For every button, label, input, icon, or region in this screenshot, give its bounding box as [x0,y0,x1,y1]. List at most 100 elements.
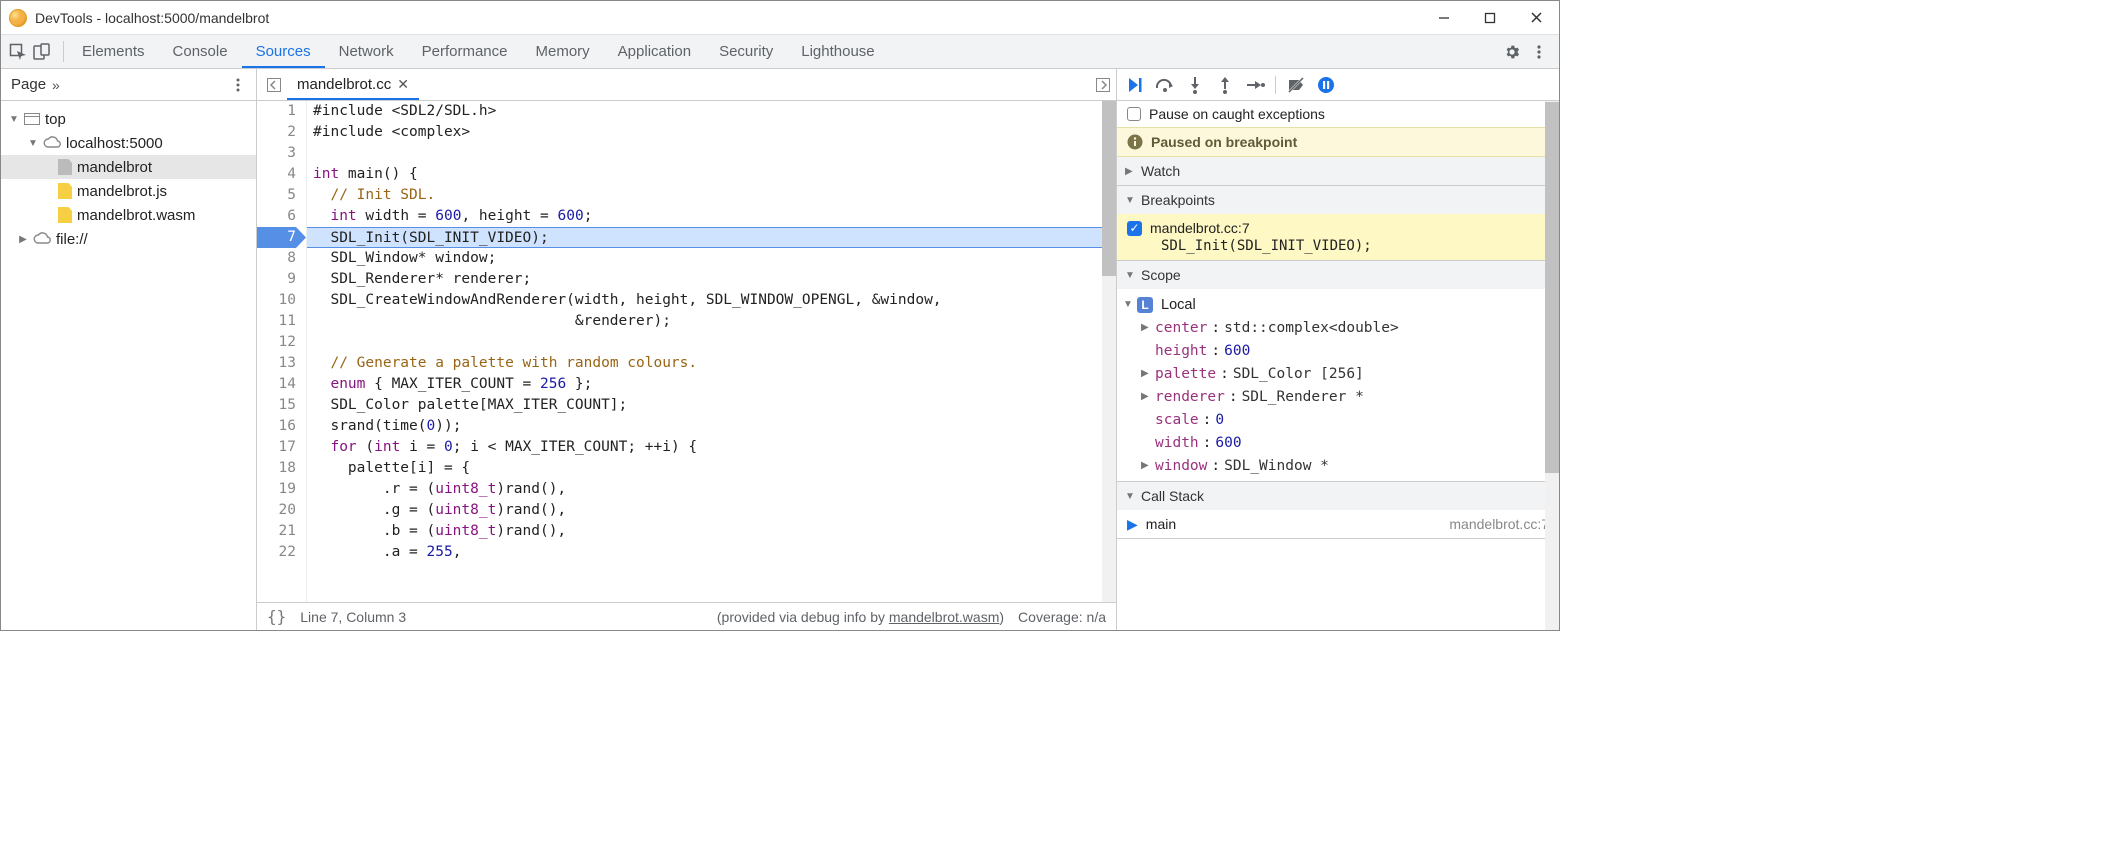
callstack-section-header[interactable]: ▼Call Stack [1117,482,1559,510]
settings-icon[interactable] [1503,43,1521,61]
code-line[interactable]: &renderer); [313,311,1116,332]
gutter-line[interactable]: 4 [257,164,306,185]
code-line[interactable]: .b = (uint8_t)rand(), [313,521,1116,542]
breakpoint-item[interactable]: ✓mandelbrot.cc:7 SDL_Init(SDL_INIT_VIDEO… [1117,214,1559,260]
tab-network[interactable]: Network [325,35,408,68]
code-line[interactable]: for (int i = 0; i < MAX_ITER_COUNT; ++i)… [313,437,1116,458]
device-icon[interactable] [33,43,51,61]
editor-scrollbar[interactable] [1102,101,1116,602]
gutter-line[interactable]: 7 [257,227,306,248]
debug-info-link[interactable]: mandelbrot.wasm [889,609,1000,625]
scope-local-header[interactable]: ▼LLocal [1117,293,1559,316]
gutter-line[interactable]: 2 [257,122,306,143]
code-line[interactable]: #include <complex> [313,122,1116,143]
code-line[interactable] [313,332,1116,353]
gutter[interactable]: 12345678910111213141516171819202122 [257,101,307,602]
tab-lighthouse[interactable]: Lighthouse [787,35,888,68]
scope-var[interactable]: width: 600 [1117,431,1559,454]
code-line[interactable]: SDL_Color palette[MAX_ITER_COUNT]; [313,395,1116,416]
nav-back-icon[interactable] [261,69,287,100]
scope-var[interactable]: ▶center: std::complex<double> [1117,316,1559,339]
navigator-menu-icon[interactable] [230,77,246,93]
navigator-more-icon[interactable]: » [52,77,60,93]
gutter-line[interactable]: 13 [257,353,306,374]
code-line[interactable]: SDL_Init(SDL_INIT_VIDEO); [307,227,1116,248]
right-scrollbar[interactable] [1545,101,1559,630]
gutter-line[interactable]: 1 [257,101,306,122]
tree-file-mandelbrot-wasm[interactable]: mandelbrot.wasm [1,203,256,227]
code-line[interactable]: #include <SDL2/SDL.h> [313,101,1116,122]
gutter-line[interactable]: 14 [257,374,306,395]
step-into-icon[interactable] [1185,75,1205,95]
tree-host[interactable]: ▼localhost:5000 [1,131,256,155]
gutter-line[interactable]: 22 [257,542,306,563]
gutter-line[interactable]: 5 [257,185,306,206]
code-line[interactable]: enum { MAX_ITER_COUNT = 256 }; [313,374,1116,395]
maximize-button[interactable] [1467,1,1513,35]
gutter-line[interactable]: 20 [257,500,306,521]
gutter-line[interactable]: 12 [257,332,306,353]
step-icon[interactable] [1245,75,1265,95]
gutter-line[interactable]: 9 [257,269,306,290]
scope-section-header[interactable]: ▼Scope [1117,261,1559,289]
code-line[interactable]: int main() { [313,164,1116,185]
step-over-icon[interactable] [1155,75,1175,95]
deactivate-breakpoints-icon[interactable] [1286,75,1306,95]
code-line[interactable]: .r = (uint8_t)rand(), [313,479,1116,500]
code-line[interactable]: srand(time(0)); [313,416,1116,437]
scope-var[interactable]: ▶window: SDL_Window * [1117,454,1559,477]
watch-section-header[interactable]: ▶Watch [1117,157,1559,185]
code-line[interactable]: SDL_Window* window; [313,248,1116,269]
pause-checkbox[interactable] [1127,107,1141,121]
file-tab-mandelbrot-cc[interactable]: mandelbrot.cc✕ [287,69,419,100]
more-icon[interactable] [1531,44,1547,60]
code-line[interactable]: // Generate a palette with random colour… [313,353,1116,374]
expand-icon[interactable]: ▶ [1141,322,1151,333]
code-line[interactable]: .g = (uint8_t)rand(), [313,500,1116,521]
close-button[interactable] [1513,1,1559,35]
gutter-line[interactable]: 15 [257,395,306,416]
callstack-frame[interactable]: ▶ main mandelbrot.cc:7 [1117,510,1559,538]
code-area[interactable]: #include <SDL2/SDL.h>#include <complex> i… [307,101,1116,602]
gutter-line[interactable]: 19 [257,479,306,500]
code-line[interactable]: int width = 600, height = 600; [313,206,1116,227]
tab-elements[interactable]: Elements [68,35,159,68]
close-tab-icon[interactable]: ✕ [397,76,409,93]
expand-icon[interactable]: ▶ [1141,391,1151,402]
tab-memory[interactable]: Memory [522,35,604,68]
tab-sources[interactable]: Sources [242,35,325,68]
tab-security[interactable]: Security [705,35,787,68]
gutter-line[interactable]: 6 [257,206,306,227]
nav-fwd-icon[interactable] [1090,69,1116,100]
tree-top[interactable]: ▼top [1,107,256,131]
scope-var[interactable]: height: 600 [1117,339,1559,362]
inspect-icon[interactable] [9,43,27,61]
gutter-line[interactable]: 21 [257,521,306,542]
minimize-button[interactable] [1421,1,1467,35]
scope-var[interactable]: ▶renderer: SDL_Renderer * [1117,385,1559,408]
gutter-line[interactable]: 18 [257,458,306,479]
gutter-line[interactable]: 16 [257,416,306,437]
resume-icon[interactable] [1125,75,1145,95]
tab-console[interactable]: Console [159,35,242,68]
tree-file-mandelbrot-js[interactable]: mandelbrot.js [1,179,256,203]
gutter-line[interactable]: 10 [257,290,306,311]
code-line[interactable]: SDL_Renderer* renderer; [313,269,1116,290]
expand-icon[interactable]: ▶ [1141,368,1151,379]
editor[interactable]: 12345678910111213141516171819202122 #inc… [257,101,1116,602]
pause-exceptions-icon[interactable] [1316,75,1336,95]
gutter-line[interactable]: 11 [257,311,306,332]
pretty-print-icon[interactable]: {} [267,607,286,626]
code-line[interactable]: // Init SDL. [313,185,1116,206]
tab-application[interactable]: Application [604,35,705,68]
scope-var[interactable]: ▶palette: SDL_Color [256] [1117,362,1559,385]
code-line[interactable] [313,143,1116,164]
scope-var[interactable]: scale: 0 [1117,408,1559,431]
navigator-tab-page[interactable]: Page [11,76,46,93]
code-line[interactable]: .a = 255, [313,542,1116,563]
pause-on-exceptions-row[interactable]: Pause on caught exceptions [1117,101,1559,127]
tree-file-mandelbrot[interactable]: mandelbrot [1,155,256,179]
tree-file-scheme[interactable]: ▶file:// [1,227,256,251]
tab-performance[interactable]: Performance [408,35,522,68]
breakpoint-checkbox[interactable]: ✓ [1127,221,1142,236]
